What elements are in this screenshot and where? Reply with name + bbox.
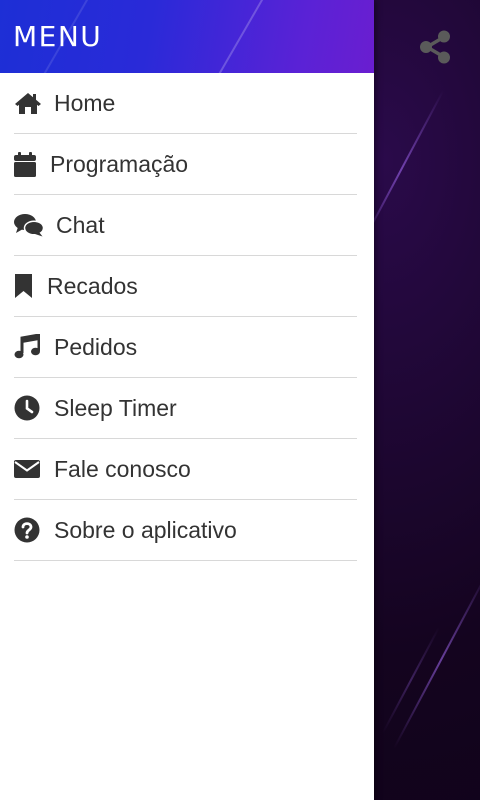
menu-item-programacao[interactable]: Programação (14, 134, 357, 195)
menu-label-sobre: Sobre o aplicativo (54, 516, 237, 543)
music-icon (14, 333, 42, 361)
home-icon (14, 89, 42, 117)
menu-label-programacao: Programação (50, 150, 189, 177)
menu-label-sleep-timer: Sleep Timer (54, 394, 177, 421)
menu-item-sleep-timer[interactable]: Sleep Timer (14, 378, 357, 439)
navigation-drawer: MENU Home Programação Chat Recados Pedid… (0, 0, 374, 800)
menu-item-home[interactable]: Home (14, 73, 357, 134)
menu-item-recados[interactable]: Recados (14, 256, 357, 317)
menu-label-chat: Chat (56, 211, 105, 238)
menu-label-recados: Recados (47, 272, 138, 299)
menu-label-home: Home (54, 89, 116, 116)
clock-icon (14, 394, 42, 422)
chat-icon (14, 211, 44, 239)
drawer-menu: Home Programação Chat Recados Pedidos Sl… (0, 73, 374, 561)
share-button[interactable] (416, 28, 454, 66)
menu-label-fale-conosco: Fale conosco (54, 455, 191, 482)
envelope-icon (14, 455, 42, 483)
menu-item-chat[interactable]: Chat (14, 195, 357, 256)
share-icon (420, 30, 450, 64)
bookmark-icon (14, 272, 35, 300)
menu-item-sobre[interactable]: Sobre o aplicativo (14, 500, 357, 561)
menu-item-pedidos[interactable]: Pedidos (14, 317, 357, 378)
menu-item-fale-conosco[interactable]: Fale conosco (14, 439, 357, 500)
calendar-icon (14, 150, 38, 178)
question-icon (14, 516, 42, 544)
drawer-header: MENU (0, 0, 374, 73)
app-screen: MENU Home Programação Chat Recados Pedid… (0, 0, 480, 800)
drawer-title: MENU (13, 20, 103, 53)
menu-label-pedidos: Pedidos (54, 333, 138, 360)
